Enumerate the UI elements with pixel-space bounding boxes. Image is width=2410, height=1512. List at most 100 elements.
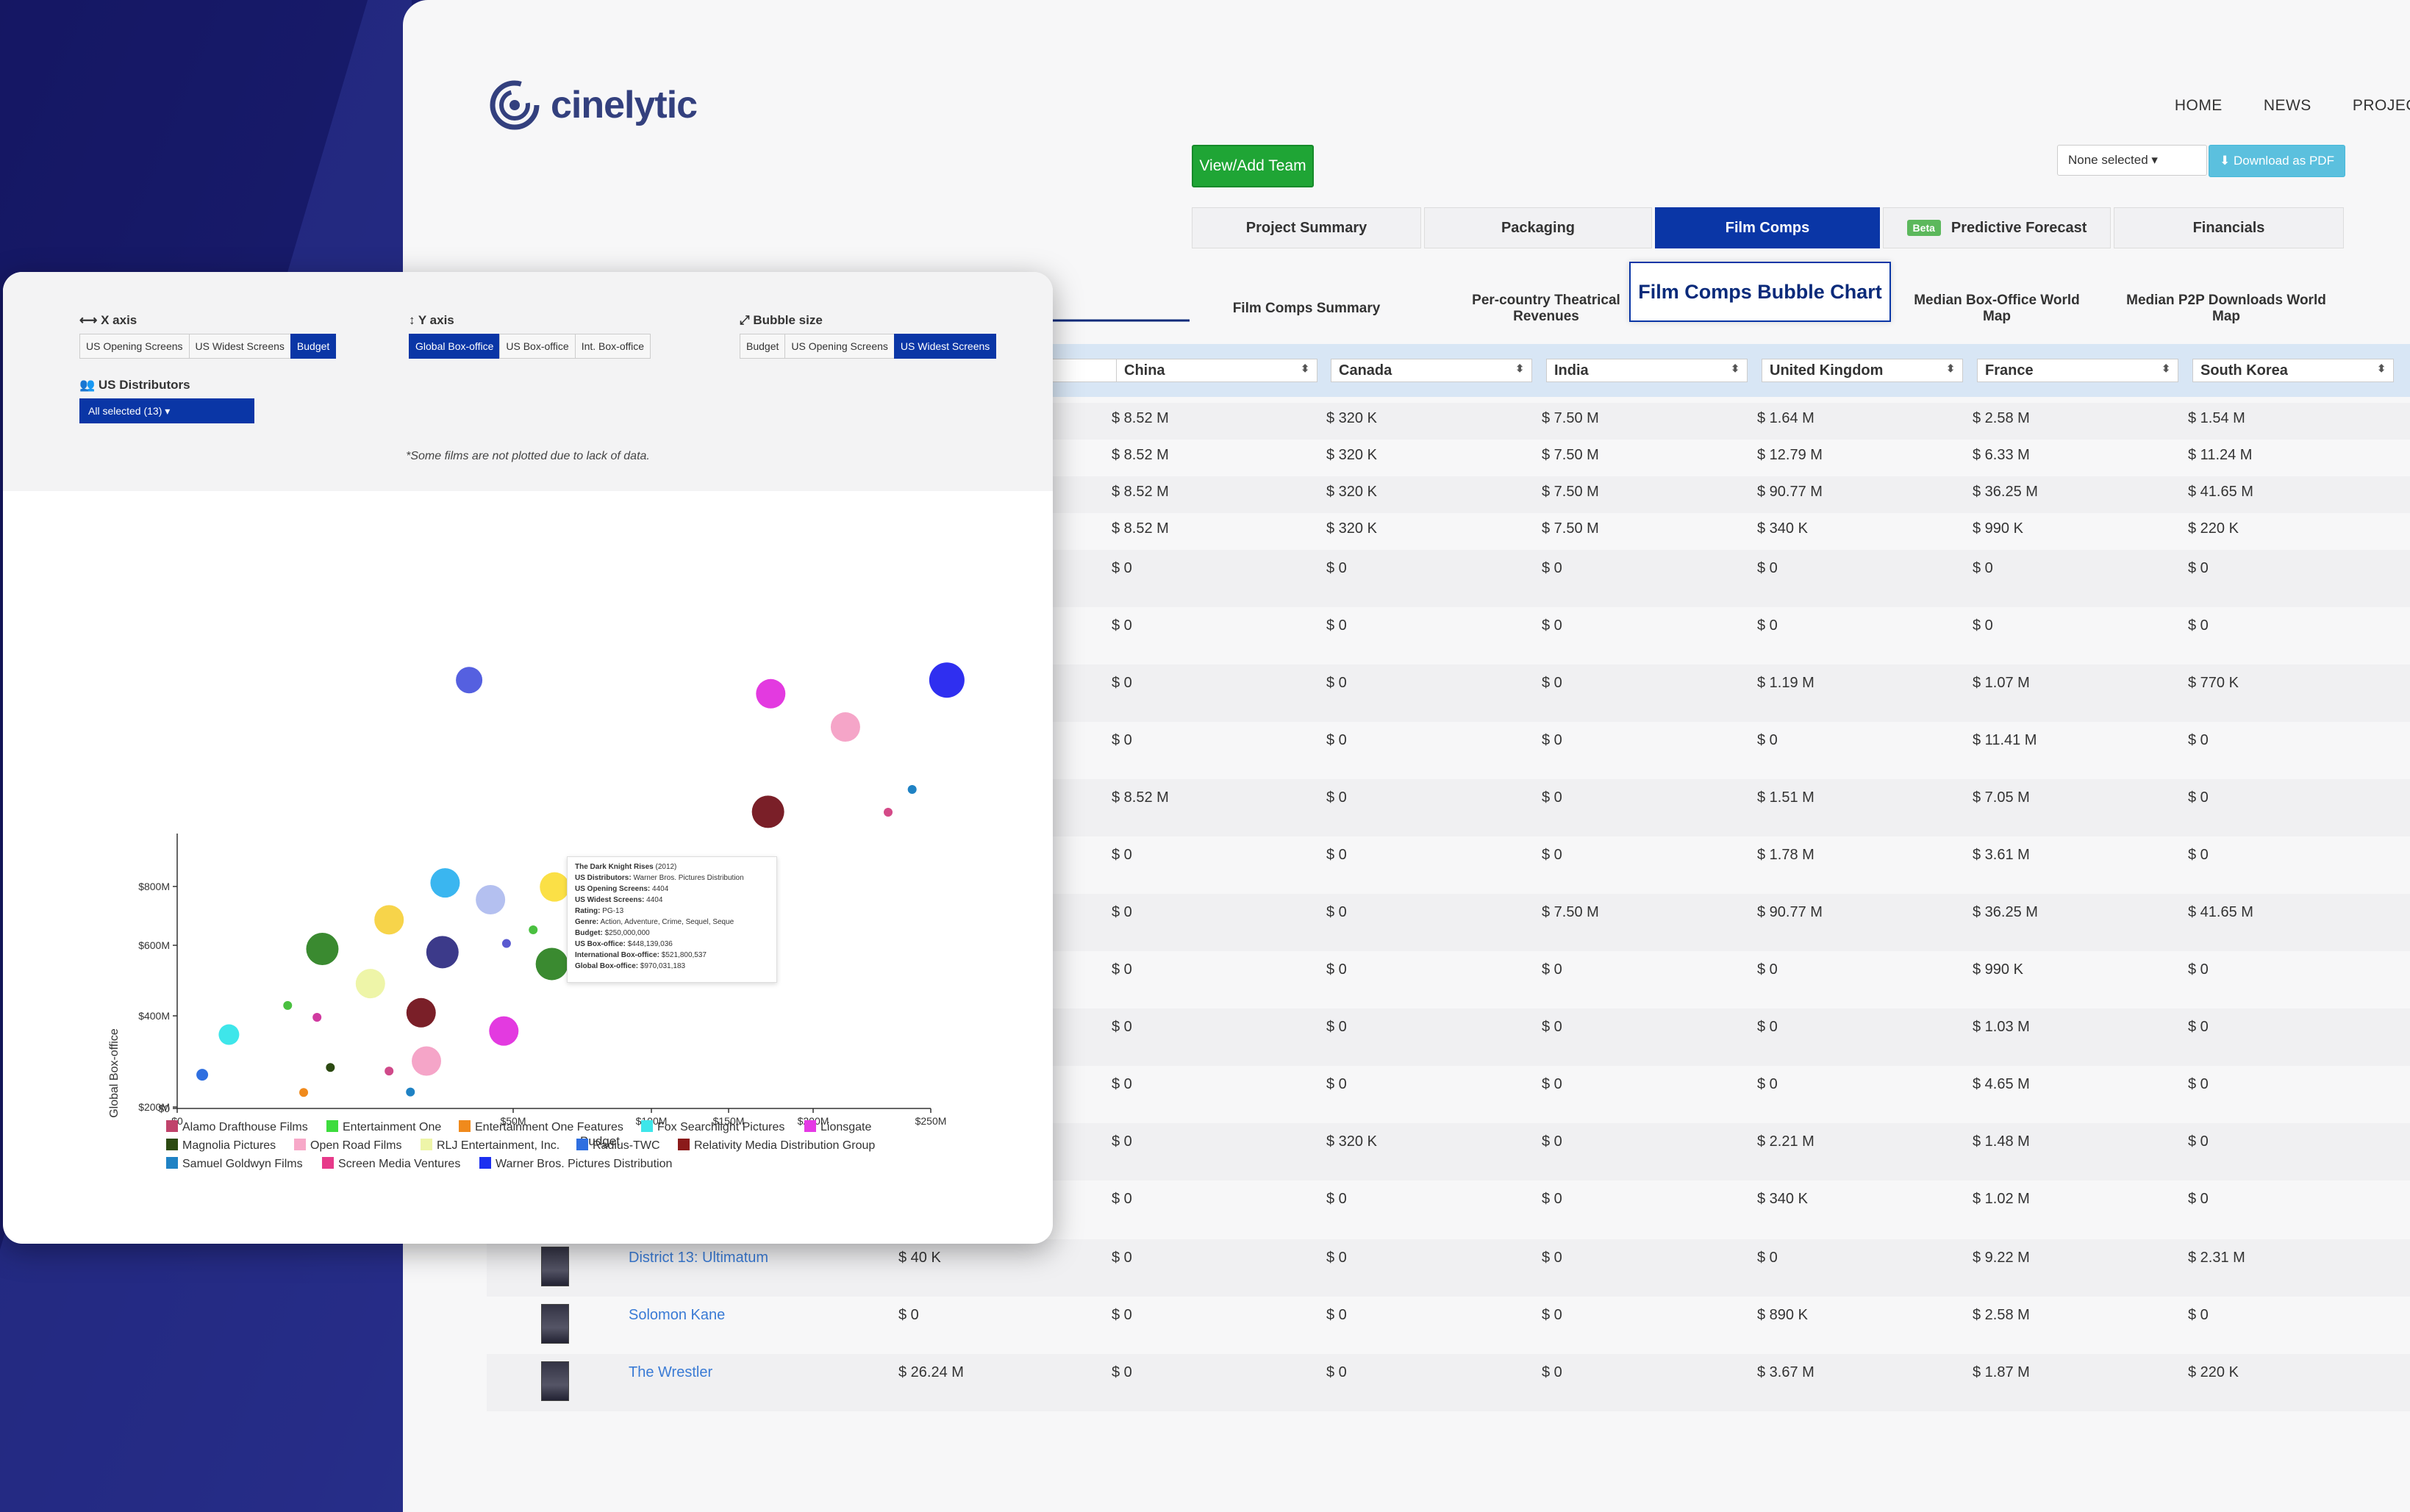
film-title-link[interactable]: The Wrestler — [629, 1364, 712, 1381]
bubble — [751, 795, 784, 828]
x-opt-us-widest-screens[interactable]: US Widest Screens — [188, 334, 291, 359]
y-opt-us-box-office[interactable]: US Box-office — [499, 334, 576, 359]
download-pdf-button[interactable]: ⬇ Download as PDF — [2209, 145, 2345, 177]
table-cell: $ 320 K — [1326, 1133, 1377, 1150]
legend-item[interactable]: Lionsgate — [804, 1120, 871, 1134]
brand-logo[interactable]: cinelytic — [489, 79, 698, 131]
tab-packaging[interactable]: Packaging — [1424, 207, 1652, 248]
legend-label: Screen Media Ventures — [338, 1158, 461, 1170]
b-opt-us-opening-screens[interactable]: US Opening Screens — [784, 334, 895, 359]
film-title-link[interactable]: Solomon Kane — [629, 1307, 725, 1324]
table-cell: $ 0 — [1542, 789, 1562, 806]
column-header-united-kingdom[interactable]: United Kingdom ⬍ — [1762, 359, 1963, 382]
x-opt-budget[interactable]: Budget — [290, 334, 337, 359]
column-header-south-korea[interactable]: South Korea ⬍ — [2192, 359, 2394, 382]
table-cell: $ 26.24 M — [898, 1364, 964, 1380]
film-poster[interactable] — [541, 1304, 569, 1344]
nav-home[interactable]: HOME — [2175, 97, 2223, 115]
film-title-link[interactable]: District 13: Ultimatum — [629, 1250, 768, 1266]
subtab-median-box-office-map[interactable]: Median Box-Office World Map — [1903, 272, 2091, 345]
distributors-dropdown[interactable]: All selected (13) ▾ — [79, 398, 254, 423]
table-cell: $ 8.52 M — [1112, 484, 1169, 500]
subtab-median-p2p-map[interactable]: Median P2P Downloads World Map — [2116, 272, 2336, 345]
legend-swatch — [326, 1120, 338, 1132]
table-cell: $ 1.54 M — [2188, 410, 2245, 426]
legend-item[interactable]: Fox Searchlight Pictures — [641, 1120, 784, 1134]
tab-predictive-forecast[interactable]: Beta Predictive Forecast — [1883, 207, 2111, 248]
legend-item[interactable]: Samuel Goldwyn Films — [166, 1157, 303, 1171]
bubble — [501, 939, 511, 948]
legend-item[interactable]: Alamo Drafthouse Films — [166, 1120, 308, 1134]
tooltip-title: The Dark Knight Rises (2012) — [575, 863, 677, 871]
view-add-team-button[interactable]: View/Add Team — [1192, 145, 1314, 187]
table-cell: $ 40 K — [898, 1250, 941, 1266]
bubble — [535, 947, 568, 981]
table-cell: $ 1.02 M — [1973, 1191, 2030, 1207]
subtab-film-comps-summary[interactable]: Film Comps Summary — [1192, 272, 1421, 345]
table-cell: $ 770 K — [2188, 675, 2239, 691]
bubble — [355, 969, 385, 999]
tab-project-summary[interactable]: Project Summary — [1192, 207, 1421, 248]
table-row — [487, 1239, 2410, 1297]
table-cell: $ 340 K — [1757, 1191, 1808, 1207]
b-opt-budget[interactable]: Budget — [740, 334, 786, 359]
column-header-france[interactable]: France ⬍ — [1977, 359, 2178, 382]
table-cell: $ 8.52 M — [1112, 789, 1169, 806]
table-cell: $ 2.58 M — [1973, 410, 2030, 426]
y-tick-label: $200M — [138, 1101, 170, 1113]
legend-item[interactable]: Open Road Films — [294, 1139, 402, 1153]
legend-item[interactable]: Relativity Media Distribution Group — [678, 1139, 875, 1153]
column-header-canada[interactable]: Canada ⬍ — [1331, 359, 1532, 382]
table-cell: $ 0 — [1757, 617, 1778, 634]
bubble — [196, 1069, 209, 1081]
cinelytic-logo-icon — [490, 80, 540, 130]
legend-item[interactable]: Entertainment One — [326, 1120, 441, 1134]
table-cell: $ 0 — [1112, 904, 1132, 920]
select-dropdown[interactable]: None selected ▾ — [2057, 145, 2207, 176]
bubble — [907, 785, 917, 794]
legend-swatch — [166, 1157, 178, 1169]
legend-label: Entertainment One Features — [475, 1121, 623, 1133]
legend-label: Samuel Goldwyn Films — [182, 1158, 303, 1170]
bubble-chart-card: ⟷ X axis US Opening Screens US Widest Sc… — [3, 272, 1053, 1244]
table-cell: $ 0 — [1542, 617, 1562, 634]
table-cell: $ 0 — [1112, 1191, 1132, 1207]
table-cell: $ 990 K — [1973, 520, 2023, 537]
table-cell: $ 0 — [2188, 617, 2209, 634]
tab-financials[interactable]: Financials — [2114, 207, 2344, 248]
table-cell: $ 8.52 M — [1112, 520, 1169, 537]
y-opt-int-box-office[interactable]: Int. Box-office — [574, 334, 651, 359]
bubble — [385, 1067, 394, 1076]
legend-item[interactable]: RLJ Entertainment, Inc. — [421, 1139, 559, 1153]
column-header-india[interactable]: India ⬍ — [1546, 359, 1748, 382]
x-opt-us-opening-screens[interactable]: US Opening Screens — [79, 334, 190, 359]
table-cell: $ 90.77 M — [1757, 484, 1823, 500]
y-opt-global-box-office[interactable]: Global Box-office — [409, 334, 501, 359]
legend-swatch — [294, 1139, 306, 1150]
b-opt-us-widest-screens[interactable]: US Widest Screens — [893, 334, 997, 359]
table-cell: $ 0 — [1757, 961, 1778, 978]
legend-item[interactable]: Radius-TWC — [576, 1139, 660, 1153]
nav-news[interactable]: NEWS — [2264, 97, 2311, 115]
tooltip-line: Budget: $250,000,000 — [575, 929, 650, 937]
table-cell: $ 0 — [1326, 1307, 1347, 1323]
table-cell: $ 11.24 M — [2188, 447, 2253, 463]
table-cell: $ 0 — [1542, 1250, 1562, 1266]
legend-swatch — [678, 1139, 690, 1150]
legend-item[interactable]: Screen Media Ventures — [322, 1157, 460, 1171]
legend-item[interactable]: Warner Bros. Pictures Distribution — [479, 1157, 672, 1171]
legend-item[interactable]: Entertainment One Features — [459, 1120, 623, 1134]
table-cell: $ 1.03 M — [1973, 1019, 2030, 1035]
column-header-china[interactable]: China ⬍ — [1116, 359, 1317, 382]
subtab-per-country-revenues[interactable]: Per-country Theatrical Revenues — [1462, 272, 1631, 345]
table-cell: $ 1.78 M — [1757, 847, 1814, 863]
legend-item[interactable]: Magnolia Pictures — [166, 1139, 276, 1153]
top-nav: HOME NEWS PROJEC — [2134, 97, 2410, 115]
subtab-film-comps-bubble-chart[interactable]: Film Comps Bubble Chart — [1629, 262, 1891, 322]
film-poster[interactable] — [541, 1361, 569, 1401]
nav-projects[interactable]: PROJEC — [2353, 97, 2410, 115]
film-poster[interactable] — [541, 1247, 569, 1286]
table-cell: $ 12.79 M — [1757, 447, 1823, 463]
tab-film-comps[interactable]: Film Comps — [1655, 207, 1880, 248]
bubble — [476, 885, 506, 915]
